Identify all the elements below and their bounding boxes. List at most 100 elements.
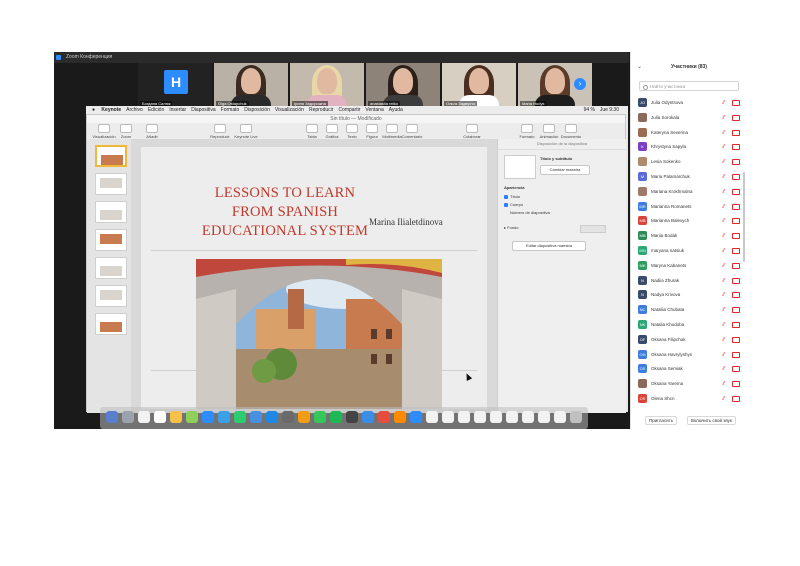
participant-list-scrollbar[interactable] [743, 172, 745, 262]
dock-app-icon[interactable] [170, 411, 182, 423]
participant-search-input[interactable]: Найти участника [639, 81, 739, 91]
invite-button[interactable]: Пригласить [645, 416, 678, 425]
dock-app-icon[interactable] [298, 411, 310, 423]
title-checkbox[interactable]: Título [504, 194, 520, 199]
dock-app-icon[interactable] [154, 411, 166, 423]
dock-app-icon[interactable] [458, 411, 470, 423]
slide-thumbnail[interactable] [95, 173, 127, 195]
background-section[interactable]: ▸ Fondo [504, 225, 518, 230]
slide-author[interactable]: Marina Ilialetdinova [369, 217, 443, 227]
street-photo[interactable] [196, 259, 442, 409]
dock-app-icon[interactable] [282, 411, 294, 423]
dock-app-icon[interactable] [410, 411, 422, 423]
unmute-button[interactable]: Включить свой звук [687, 416, 736, 425]
menu-item[interactable]: Disposición [244, 107, 270, 113]
participant-row[interactable]: Mariana Krokhmalna ⁄⁄ [638, 185, 744, 199]
menu-item[interactable]: Ayuda [389, 107, 403, 113]
dock-app-icon[interactable] [186, 411, 198, 423]
participant-video-tile[interactable]: Ірина Задорожна [290, 63, 364, 107]
background-fill-well[interactable] [580, 225, 606, 233]
participant-row[interactable]: Kateryna Severina ⁄⁄ [638, 126, 744, 140]
dock-app-icon[interactable] [554, 411, 566, 423]
menu-item[interactable]: Insertar [169, 107, 186, 113]
participant-row[interactable]: Lesia Sokenko ⁄⁄ [638, 155, 744, 169]
participant-row[interactable]: JO Julia Odyntsova ⁄⁄ [638, 96, 744, 110]
dock-app-icon[interactable] [474, 411, 486, 423]
menu-item[interactable]: Compartir [338, 107, 360, 113]
participant-row[interactable]: NC Nataliia Chubata ⁄⁄ [638, 303, 744, 317]
current-slide[interactable]: LESSONS TO LEARN FROM SPANISH EDUCATIONA… [141, 147, 487, 409]
participant-row[interactable]: K Khrystyna Sapyla ⁄⁄ [638, 140, 744, 154]
participant-row[interactable]: MN maryana natsiuk ⁄⁄ [638, 244, 744, 258]
participant-row[interactable]: NK Natalia Khodoba ⁄⁄ [638, 318, 744, 332]
slide-title[interactable]: LESSONS TO LEARN FROM SPANISH EDUCATIONA… [197, 184, 373, 241]
participant-row[interactable]: N Nadya Krivova ⁄⁄ [638, 288, 744, 302]
keynote-live-button[interactable]: Keynote Live [231, 124, 261, 139]
participant-row[interactable]: N Nadiia Zhurak ⁄⁄ [638, 274, 744, 288]
dock-app-icon[interactable] [394, 411, 406, 423]
layout-preview[interactable] [504, 155, 536, 179]
participant-row[interactable]: MR Marianna Romanets ⁄⁄ [638, 200, 744, 214]
menu-item[interactable]: Archivo [126, 107, 143, 113]
participant-row[interactable]: OS Oksana Semiak ⁄⁄ [638, 362, 744, 376]
add-slide-button-icon [146, 124, 158, 133]
slide-navigator [87, 139, 132, 413]
participant-video-tile[interactable]: H Богдана Салюк [138, 63, 212, 107]
participant-row[interactable]: OF Oksana Filipchuk ⁄⁄ [638, 333, 744, 347]
dock-app-icon[interactable] [234, 411, 246, 423]
insert-button[interactable]: Comentario [397, 124, 427, 139]
dock-app-icon[interactable] [250, 411, 262, 423]
slide-number-checkbox[interactable]: Número de diapositiva [510, 210, 550, 215]
participant-row[interactable]: Oksana Yarema ⁄⁄ [638, 377, 744, 391]
menu-item[interactable]: Edición [148, 107, 164, 113]
menu-item[interactable]: Diapositiva [191, 107, 215, 113]
participant-row[interactable]: MB Marianna Balevych ⁄⁄ [638, 214, 744, 228]
participant-row[interactable]: OS Olena Shcn ⁄⁄ [638, 392, 744, 406]
collaborate-button[interactable]: Colaborar [457, 124, 487, 139]
dock-app-icon[interactable] [330, 411, 342, 423]
menu-item[interactable]: Keynote [101, 107, 121, 113]
dock-app-icon[interactable] [122, 411, 134, 423]
dock-app-icon[interactable] [378, 411, 390, 423]
thumbnail-content [100, 210, 122, 220]
dock-app-icon[interactable] [138, 411, 150, 423]
dock-app-icon[interactable] [266, 411, 278, 423]
dock-app-icon[interactable] [570, 411, 582, 423]
dock-app-icon[interactable] [506, 411, 518, 423]
dock-app-icon[interactable] [314, 411, 326, 423]
menu-item[interactable]: Ventana [365, 107, 383, 113]
participant-row[interactable]: OH Oksana Havrylyshyn ⁄⁄ [638, 348, 744, 362]
slide-thumbnail[interactable] [95, 257, 127, 279]
dock-app-icon[interactable] [346, 411, 358, 423]
next-page-arrow-icon[interactable]: › [574, 78, 586, 90]
participant-row[interactable]: MB Mariia Bodak ⁄⁄ [638, 229, 744, 243]
dock-app-icon[interactable] [442, 411, 454, 423]
dock-app-icon[interactable] [106, 411, 118, 423]
edit-master-button[interactable]: Editar diapositiva maestra [512, 241, 586, 251]
dock-app-icon[interactable] [490, 411, 502, 423]
dock-app-icon[interactable] [522, 411, 534, 423]
dock-app-icon[interactable] [538, 411, 550, 423]
participant-video-tile[interactable]: anastasiia reiko [366, 63, 440, 107]
slide-thumbnail[interactable] [95, 229, 127, 251]
menu-item[interactable]: Reproducir [309, 107, 333, 113]
inspector-tab[interactable]: Documento [556, 124, 586, 139]
dock-app-icon[interactable] [202, 411, 214, 423]
dock-app-icon[interactable] [362, 411, 374, 423]
menu-item[interactable]: Formato [221, 107, 240, 113]
participant-video-tile[interactable]: Ольга Задвірна [442, 63, 516, 107]
menu-item[interactable]: Visualización [275, 107, 304, 113]
participant-row[interactable]: Julia Sorokala ⁄⁄ [638, 111, 744, 125]
participant-row[interactable]: MK Maryna Kabanets ⁄⁄ [638, 259, 744, 273]
slide-thumbnail[interactable] [95, 145, 127, 167]
dock-app-icon[interactable] [218, 411, 230, 423]
dock-app-icon[interactable] [426, 411, 438, 423]
body-checkbox[interactable]: Cuerpo [504, 202, 523, 207]
slide-thumbnail[interactable] [95, 285, 127, 307]
slide-thumbnail[interactable] [95, 201, 127, 223]
change-master-button[interactable]: Cambiar maestra [540, 165, 590, 175]
participant-row[interactable]: M Maria Palamarchuk ⁄⁄ [638, 170, 744, 184]
slide-thumbnail[interactable] [95, 313, 127, 335]
participant-video-tile[interactable]: Olga Ostapchuk [214, 63, 288, 107]
apple-icon[interactable]: ● [92, 107, 95, 113]
